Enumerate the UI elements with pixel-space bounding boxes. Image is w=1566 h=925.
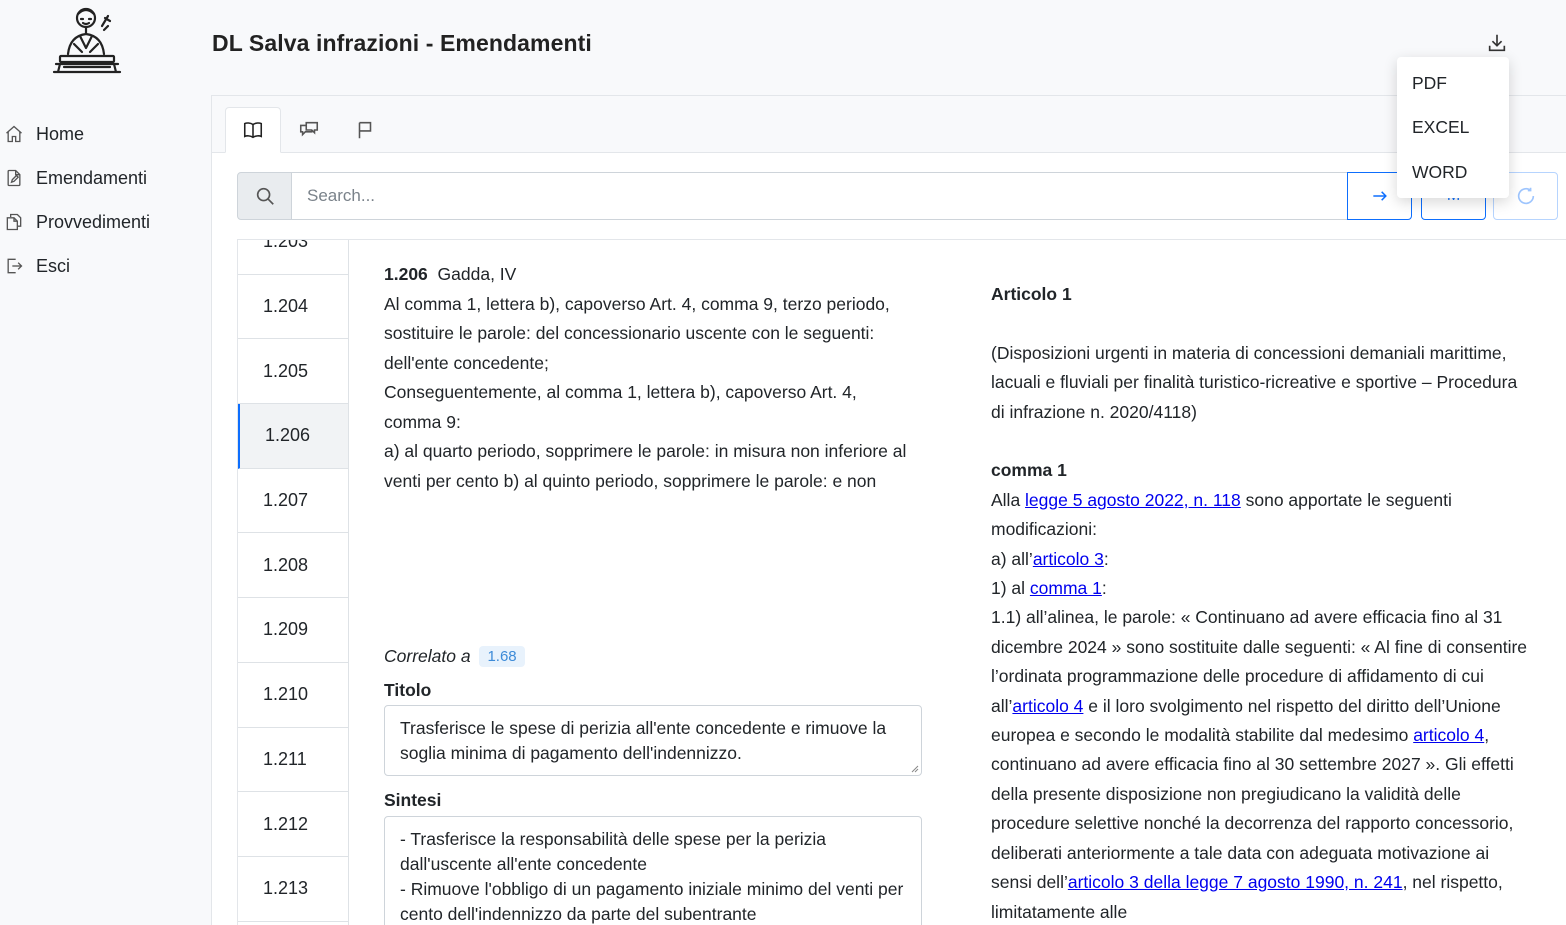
content-area: 1.203 1.204 1.205 1.206 1.207 1.208 1.20…: [237, 239, 1566, 925]
article-link[interactable]: articolo 4: [1012, 696, 1083, 716]
list-item-label: 1.209: [263, 619, 309, 640]
law-link[interactable]: legge 5 agosto 2022, n. 118: [1025, 490, 1241, 510]
article-paragraph: 1) al comma 1:: [991, 578, 1107, 599]
correlato-badge[interactable]: 1.68: [479, 646, 525, 667]
sidebar: Home Emendamenti Provvedimenti Esci: [0, 0, 211, 925]
list-item-label: 1.207: [263, 490, 309, 511]
sidebar-item-esci[interactable]: Esci: [0, 244, 211, 288]
logout-icon: [7, 258, 23, 274]
article-text: Articolo 1 (Disposizioni urgenti in mate…: [991, 280, 1531, 925]
list-item[interactable]: 1.213: [238, 856, 349, 922]
edit-document-icon: [7, 169, 21, 187]
search-icon-box: [237, 172, 292, 220]
documents-icon: [6, 213, 22, 231]
amendment-number: 1.206: [384, 264, 428, 284]
search-icon: [256, 187, 274, 205]
correlato: Correlato a 1.68: [384, 646, 525, 667]
sintesi-line: - Trasferisce la responsabilità delle sp…: [400, 829, 827, 874]
list-item-label: 1.204: [263, 296, 309, 317]
sintesi-field[interactable]: - Trasferisce la responsabilità delle sp…: [384, 816, 922, 925]
list-item-label: 1.203: [263, 239, 309, 252]
download-button[interactable]: [1486, 32, 1510, 56]
list-item[interactable]: 1.203: [238, 239, 349, 275]
download-menu: PDF EXCEL WORD: [1397, 57, 1509, 198]
resize-handle-icon[interactable]: [909, 763, 919, 773]
tab-comments[interactable]: [281, 107, 337, 153]
chat-icon: [299, 121, 319, 137]
page-title: DL Salva infrazioni - Emendamenti: [212, 30, 592, 56]
article-paragraph: 1.1) all’alinea, le parole: « Continuano…: [991, 607, 1528, 922]
sidebar-item-home[interactable]: Home: [0, 112, 211, 156]
download-excel-item[interactable]: EXCEL: [1397, 106, 1509, 151]
list-item[interactable]: 1.211: [238, 727, 349, 793]
list-item-selected[interactable]: 1.206: [238, 404, 349, 469]
list-item[interactable]: 1.205: [238, 339, 349, 405]
law-link[interactable]: articolo 3 della legge 7 agosto 1990, n.…: [1068, 872, 1403, 892]
amendment-paragraph: a) al quarto periodo, sopprimere le paro…: [384, 441, 907, 491]
titolo-field[interactable]: Trasferisce le spese di perizia all'ente…: [384, 705, 922, 776]
sidebar-item-label: Home: [36, 123, 85, 144]
amendment-header: 1.206 Gadda, IV: [384, 260, 914, 290]
titolo-value: Trasferisce le spese di perizia all'ente…: [400, 718, 887, 763]
logo-icon: [52, 7, 122, 74]
amendment-author: Gadda, IV: [437, 264, 517, 284]
list-item[interactable]: 1.207: [238, 468, 349, 534]
list-item[interactable]: 1.208: [238, 533, 349, 599]
download-icon: [1488, 34, 1506, 52]
list-item[interactable]: 1.210: [238, 662, 349, 728]
article-heading: Articolo 1: [991, 284, 1072, 304]
sidebar-item-label: Esci: [36, 255, 71, 276]
list-item[interactable]: 1.209: [238, 598, 349, 663]
sidebar-item-label: Emendamenti: [36, 167, 148, 188]
sintesi-label: Sintesi: [384, 790, 442, 810]
flag-icon: [358, 121, 372, 139]
list-item-label: 1.208: [263, 554, 309, 575]
amendment-paragraph: Al comma 1, lettera b), capoverso Art. 4…: [384, 293, 890, 373]
download-pdf-item[interactable]: PDF: [1397, 61, 1509, 106]
comma-link[interactable]: comma 1: [1030, 578, 1102, 598]
tab-flags[interactable]: [337, 107, 393, 153]
correlato-label: Correlato a: [384, 646, 471, 666]
list-item-label: 1.213: [263, 878, 309, 899]
book-icon: [243, 122, 263, 139]
list-item-label: 1.210: [263, 684, 309, 705]
list-item-label: 1.206: [265, 425, 311, 446]
sidebar-item-label: Provvedimenti: [36, 211, 151, 232]
titolo-label: Titolo: [384, 680, 432, 700]
amendment-text: 1.206 Gadda, IV Al comma 1, lettera b), …: [384, 260, 914, 496]
download-word-item[interactable]: WORD: [1397, 150, 1509, 195]
arrow-right-icon: [1372, 191, 1387, 201]
list-item-label: 1.211: [263, 748, 307, 769]
amendments-list: 1.203 1.204 1.205 1.206 1.207 1.208 1.20…: [238, 239, 349, 922]
amendment-paragraph: Conseguentemente, al comma 1, lettera b)…: [384, 382, 857, 432]
comma-heading: comma 1: [991, 460, 1067, 481]
article-paragraph: a) all’articolo 3:: [991, 548, 1109, 569]
list-item[interactable]: 1.204: [238, 274, 349, 340]
list-item-label: 1.205: [263, 360, 309, 381]
article-subtitle: (Disposizioni urgenti in materia di conc…: [991, 342, 1518, 422]
refresh-icon: [1517, 187, 1534, 205]
home-icon: [6, 125, 22, 143]
sidebar-item-emendamenti[interactable]: Emendamenti: [0, 156, 211, 200]
search-input[interactable]: [292, 172, 1348, 220]
main-panel: M 1.203 1.204 1.205 1.206 1.207 1.208 1.…: [211, 95, 1566, 925]
list-divider: [348, 240, 349, 925]
article-paragraph: Alla legge 5 agosto 2022, n. 118 sono ap…: [991, 489, 1452, 540]
tab-text[interactable]: [225, 107, 281, 153]
sintesi-line: - Rimuove l'obbligo di un pagamento iniz…: [400, 879, 904, 924]
list-item[interactable]: 1.212: [238, 792, 349, 857]
list-item-label: 1.212: [263, 813, 309, 834]
article-link[interactable]: articolo 3: [1033, 549, 1104, 569]
sidebar-item-provvedimenti[interactable]: Provvedimenti: [0, 200, 211, 244]
article-link[interactable]: articolo 4: [1413, 725, 1484, 745]
tabs-bar: [212, 96, 1566, 153]
